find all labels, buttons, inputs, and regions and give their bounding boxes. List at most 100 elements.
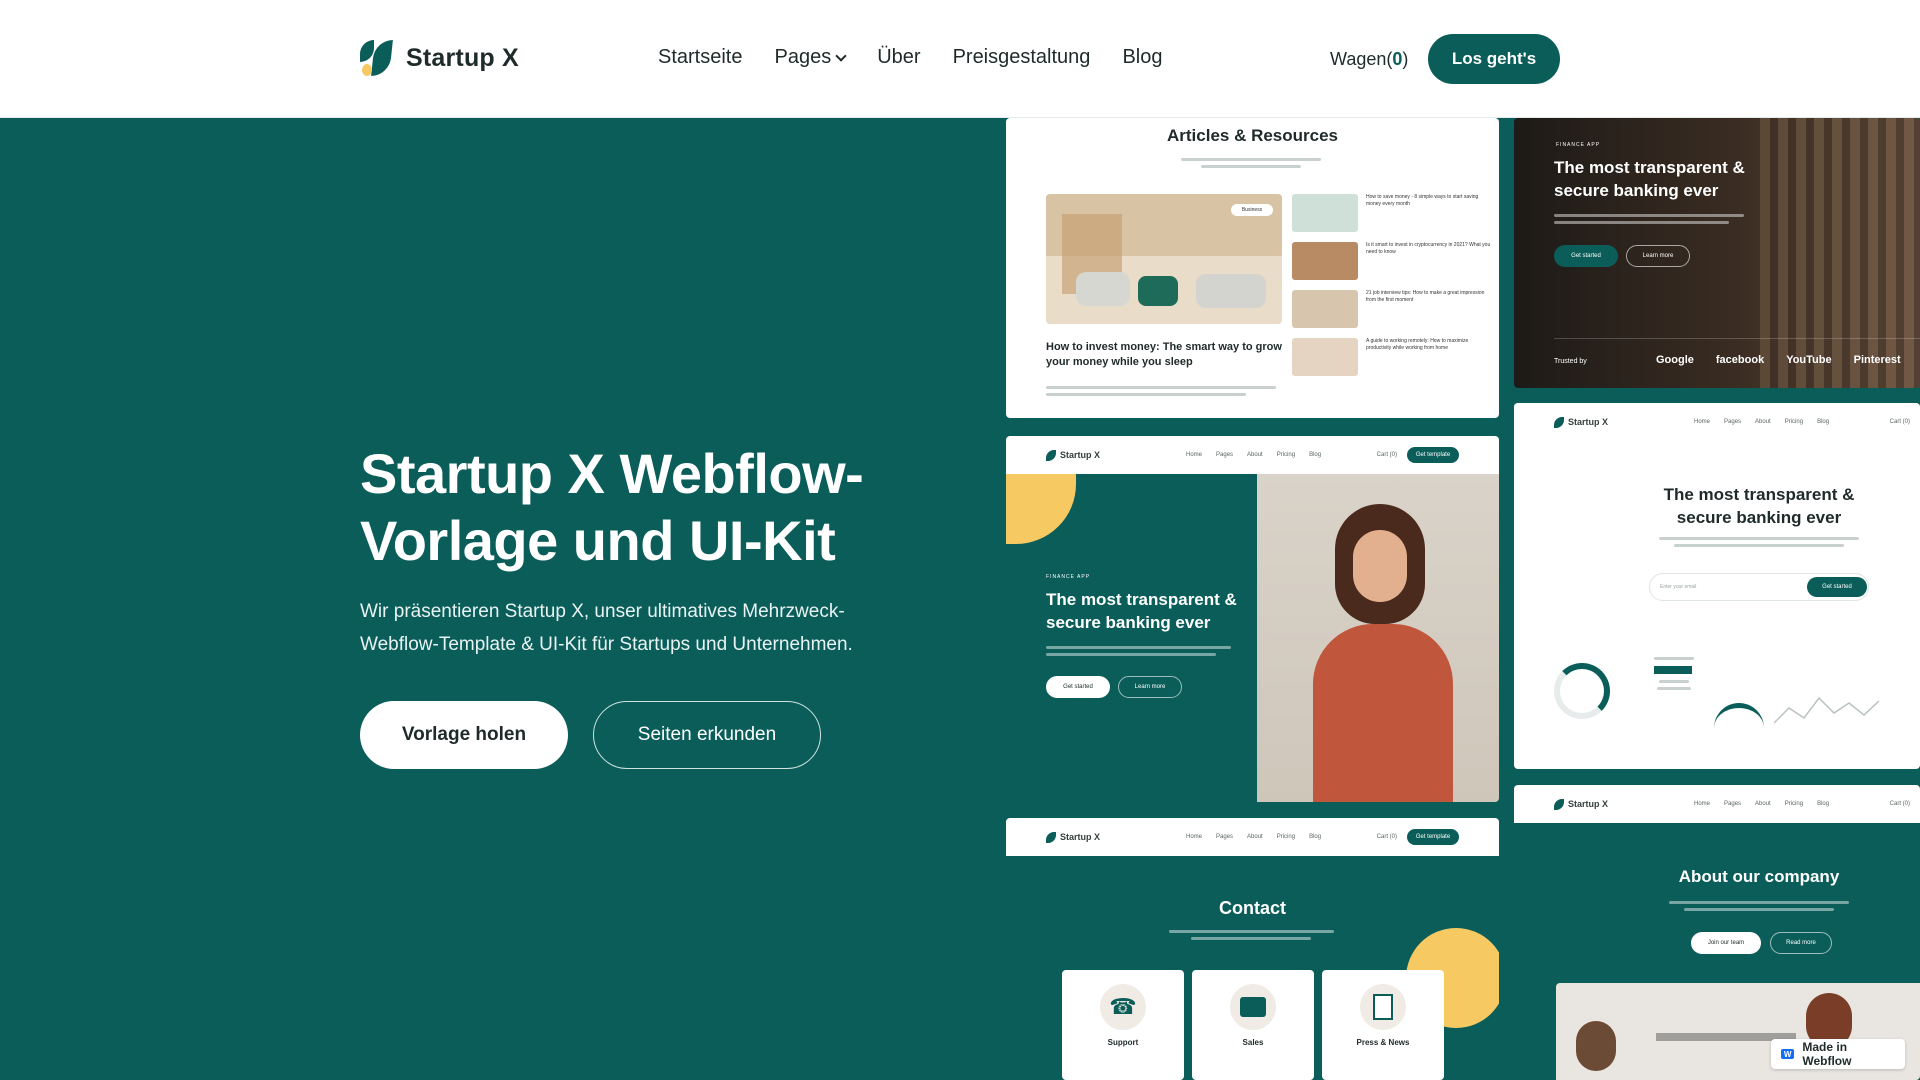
banking-dark-learn-more[interactable]: Learn more xyxy=(1626,245,1690,267)
nav-item-blog[interactable]: Blog xyxy=(1122,46,1162,69)
mini-nav-pages[interactable]: Pages xyxy=(1216,834,1233,840)
preview-about[interactable]: Startup X Home Pages About Pricing Blog … xyxy=(1514,785,1920,1080)
cart-link[interactable]: Wagen(0) xyxy=(1330,49,1408,70)
finance-title: The most transparent & secure banking ev… xyxy=(1046,590,1237,632)
contact-title: Contact xyxy=(1219,898,1286,918)
finance-kicker: FINANCE APP xyxy=(1046,574,1091,580)
about-join-team[interactable]: Join our team xyxy=(1691,932,1761,954)
mini-nav-about[interactable]: About xyxy=(1247,452,1263,458)
mini-nav-pages[interactable]: Pages xyxy=(1216,452,1233,458)
logo-icon xyxy=(1046,449,1056,461)
mini-nav-home[interactable]: Home xyxy=(1694,419,1710,425)
main-menu: Startseite Pages Über Preisgestaltung Bl… xyxy=(658,46,1162,69)
youtube-logo: YouTube xyxy=(1786,354,1832,366)
logo-icon xyxy=(1554,416,1564,428)
mini-nav-blog[interactable]: Blog xyxy=(1309,452,1321,458)
nav-item-startseite[interactable]: Startseite xyxy=(658,46,742,69)
trusted-logos: Google facebook YouTube Pinterest xyxy=(1656,354,1901,366)
mini-brand: Startup X xyxy=(1568,417,1609,427)
article-item[interactable]: How to save money - 8 simple ways to sta… xyxy=(1292,194,1492,234)
hero-subtitle: Wir präsentieren Startup X, unser ultima… xyxy=(360,601,853,655)
briefcase-icon xyxy=(1230,984,1276,1030)
mini-cart[interactable]: Cart (0) xyxy=(1890,801,1910,807)
get-template-button[interactable]: Vorlage holen xyxy=(360,701,568,769)
article-item-title: Is it smart to invest in cryptocurrency … xyxy=(1366,242,1491,255)
explore-pages-button[interactable]: Seiten erkunden xyxy=(593,701,821,769)
banking-dark-get-started[interactable]: Get started xyxy=(1554,245,1618,267)
brand-name: Startup X xyxy=(406,43,519,72)
about-read-more[interactable]: Read more xyxy=(1770,932,1832,954)
mini-nav-about[interactable]: About xyxy=(1755,419,1771,425)
phone-icon: ☎ xyxy=(1100,984,1146,1030)
mini-nav: Startup X Home Pages About Pricing Blog … xyxy=(1006,436,1499,474)
mini-brand: Startup X xyxy=(1568,799,1609,809)
chevron-down-icon xyxy=(835,49,847,62)
google-logo: Google xyxy=(1656,354,1694,366)
logo-icon xyxy=(1046,831,1056,843)
mini-nav-home[interactable]: Home xyxy=(1694,801,1710,807)
mini-nav-home[interactable]: Home xyxy=(1186,452,1202,458)
nav-item-ueber[interactable]: Über xyxy=(877,46,920,69)
line-chart xyxy=(1774,696,1880,724)
cart-label: Wagen xyxy=(1330,49,1387,69)
mini-nav: Startup X Home Pages About Pricing Blog … xyxy=(1514,785,1920,823)
nav-item-preisgestaltung[interactable]: Preisgestaltung xyxy=(953,46,1091,69)
mini-cart[interactable]: Cart (0) xyxy=(1377,834,1397,840)
logo-icon xyxy=(1554,798,1564,810)
cart-count: 0 xyxy=(1392,49,1403,69)
mini-get-template[interactable]: Get template xyxy=(1407,447,1459,463)
woman-photo xyxy=(1257,474,1499,802)
top-navigation: Startup X Startseite Pages Über Preisges… xyxy=(0,0,1920,118)
mini-nav-pricing[interactable]: Pricing xyxy=(1785,419,1803,425)
finance-learn-more[interactable]: Learn more xyxy=(1118,676,1182,698)
mini-nav-pages[interactable]: Pages xyxy=(1724,801,1741,807)
mini-cart[interactable]: Cart (0) xyxy=(1377,452,1397,458)
made-in-webflow-badge[interactable]: W Made in Webflow xyxy=(1771,1039,1905,1069)
preview-banking-dark[interactable]: FINANCE APP The most transparent & secur… xyxy=(1514,118,1920,388)
mini-nav-blog[interactable]: Blog xyxy=(1309,834,1321,840)
mini-cart[interactable]: Cart (0) xyxy=(1890,419,1910,425)
webflow-icon: W xyxy=(1781,1049,1795,1059)
preview-banking-light[interactable]: Startup X Home Pages About Pricing Blog … xyxy=(1514,403,1920,769)
article-badge: Business xyxy=(1231,204,1273,216)
preview-articles[interactable]: Articles & Resources Business How to inv… xyxy=(1006,118,1499,418)
article-item-title: 21 job interview tips: How to make a gre… xyxy=(1366,290,1485,303)
get-started-button[interactable]: Los geht's xyxy=(1428,34,1560,84)
banking-light-get-started[interactable]: Get started xyxy=(1807,577,1867,597)
brand-logo[interactable]: Startup X xyxy=(360,38,519,78)
preview-contact[interactable]: Startup X Home Pages About Pricing Blog … xyxy=(1006,818,1499,1080)
logo-icon xyxy=(360,38,396,78)
banking-light-title: The most transparent & secure banking ev… xyxy=(1663,485,1855,527)
mini-nav-pricing[interactable]: Pricing xyxy=(1277,452,1295,458)
contact-card-press[interactable]: Press & News xyxy=(1322,970,1444,1080)
finance-get-started[interactable]: Get started xyxy=(1046,676,1110,698)
article-item[interactable]: A guide to working remotely: How to maxi… xyxy=(1292,338,1492,378)
banking-dark-title: The most transparent & secure banking ev… xyxy=(1554,158,1745,200)
mini-nav-blog[interactable]: Blog xyxy=(1817,419,1829,425)
mini-nav-about[interactable]: About xyxy=(1247,834,1263,840)
contact-card-support[interactable]: ☎ Support xyxy=(1062,970,1184,1080)
article-featured-title: How to invest money: The smart way to gr… xyxy=(1046,341,1282,368)
mini-nav: Startup X Home Pages About Pricing Blog … xyxy=(1006,818,1499,856)
dashboard-preview xyxy=(1544,643,1920,769)
mini-nav-pricing[interactable]: Pricing xyxy=(1277,834,1295,840)
mini-nav-about[interactable]: About xyxy=(1755,801,1771,807)
made-in-webflow-label: Made in Webflow xyxy=(1802,1040,1852,1068)
contact-card-label: Support xyxy=(1107,1038,1139,1047)
facebook-logo: facebook xyxy=(1715,354,1765,366)
contact-card-sales[interactable]: Sales xyxy=(1192,970,1314,1080)
nav-item-pages[interactable]: Pages xyxy=(774,46,847,69)
mini-brand: Startup X xyxy=(1060,832,1101,842)
mini-nav: Startup X Home Pages About Pricing Blog … xyxy=(1514,403,1920,441)
article-item[interactable]: Is it smart to invest in cryptocurrency … xyxy=(1292,242,1492,282)
mini-brand: Startup X xyxy=(1060,450,1101,460)
contact-card-label: Press & News xyxy=(1356,1038,1410,1047)
mini-nav-home[interactable]: Home xyxy=(1186,834,1202,840)
preview-finance-hero[interactable]: Startup X Home Pages About Pricing Blog … xyxy=(1006,436,1499,802)
mini-nav-blog[interactable]: Blog xyxy=(1817,801,1829,807)
about-title: About our company xyxy=(1678,867,1840,886)
article-item[interactable]: 21 job interview tips: How to make a gre… xyxy=(1292,290,1492,330)
mini-nav-pages[interactable]: Pages xyxy=(1724,419,1741,425)
mini-get-template[interactable]: Get template xyxy=(1407,829,1459,845)
mini-nav-pricing[interactable]: Pricing xyxy=(1785,801,1803,807)
